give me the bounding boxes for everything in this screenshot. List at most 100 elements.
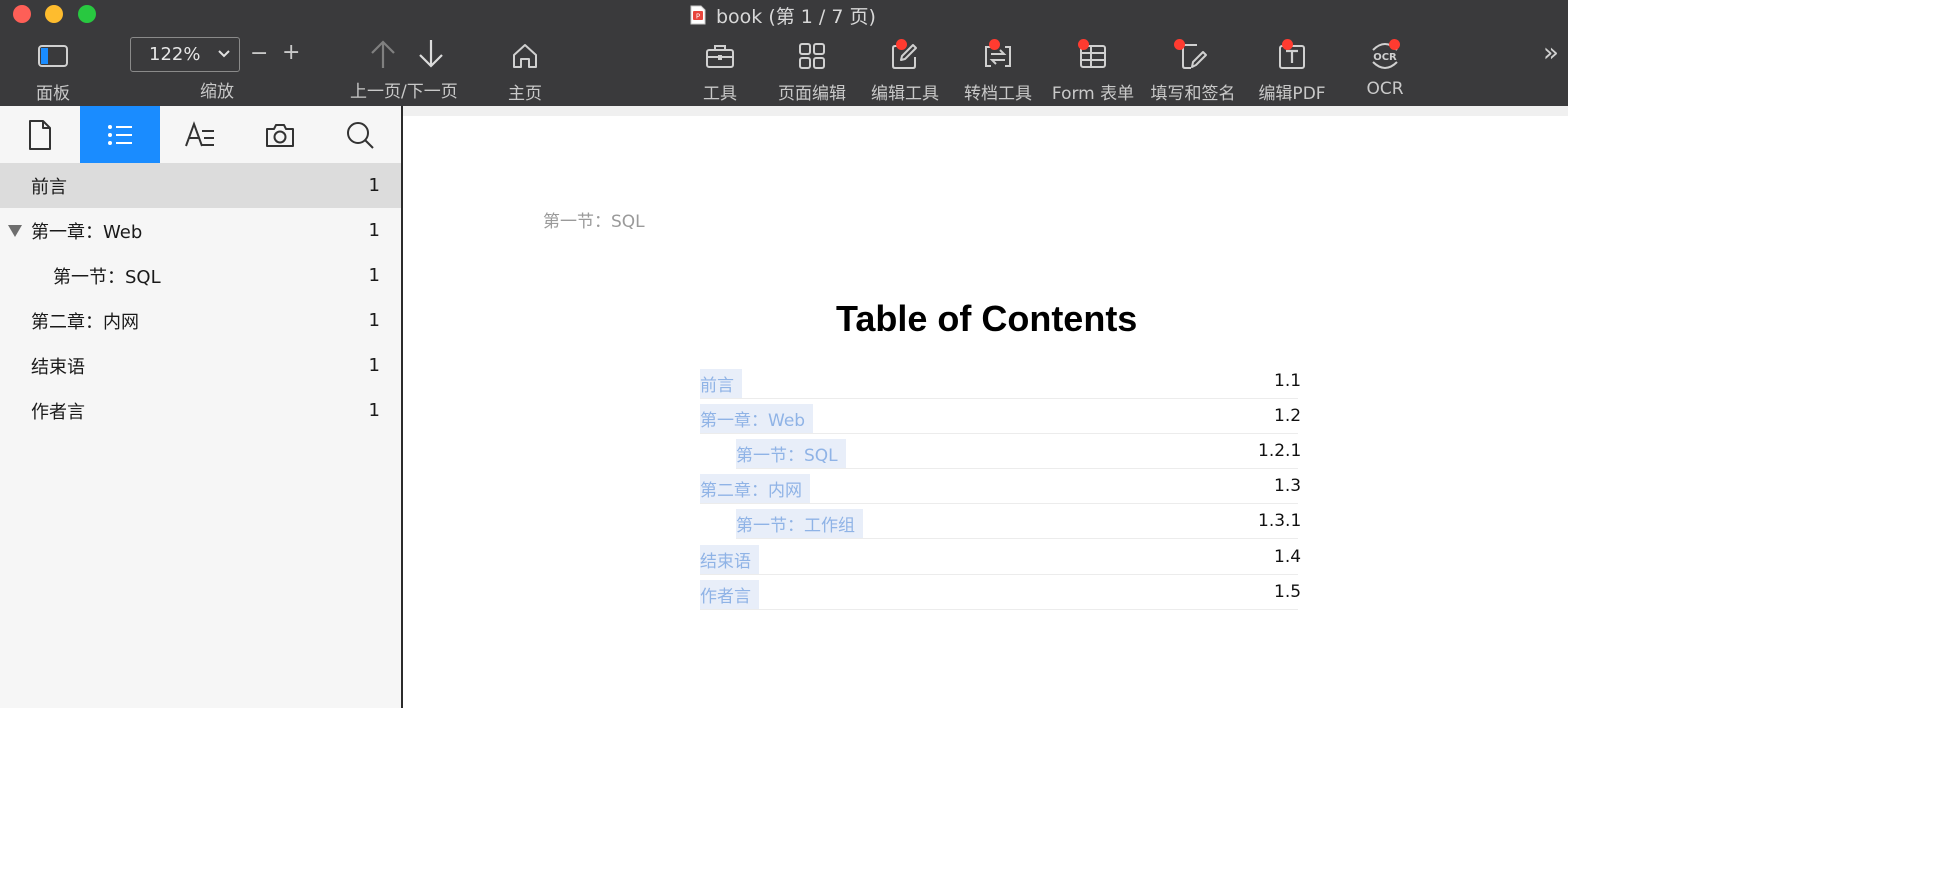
form-button[interactable]: Form 表单 [1052,35,1134,104]
toc-entry-number: 1.2 [1274,406,1302,426]
convert-tools-label: 转档工具 [964,84,1032,104]
text-style-icon [185,120,214,146]
more-tools-button[interactable]: » [1543,38,1559,68]
outline-item-label: 第二章：内网 [31,311,139,333]
toc-entry[interactable]: 第一章：Web 1.2 [700,401,1302,434]
notification-badge [896,39,907,50]
minimize-window-button[interactable] [45,5,63,23]
next-page-icon[interactable] [416,38,446,70]
outline-item-page: 1 [368,355,380,376]
tools-button[interactable]: 工具 [698,35,742,104]
outline-item-label: 第一章：Web [31,221,143,243]
outline-list: 前言 1 第一章：Web 1 第一节：SQL 1 第二章：内网 1 结束语 1 … [0,163,401,433]
toc-entry-link[interactable]: 前言 [700,369,742,398]
previous-page-icon[interactable] [368,38,398,70]
home-label: 主页 [508,84,542,104]
tab-annotations[interactable] [160,106,240,163]
zoom-value: 122% [149,44,201,65]
zoom-in-button[interactable]: + [282,40,300,65]
zoom-label: 缩放 [200,82,234,102]
outline-item-label: 结束语 [31,356,85,378]
outline-item-page: 1 [368,265,380,286]
toc-entry[interactable]: 第一节：工作组 1.3.1 [736,506,1302,539]
outline-item[interactable]: 结束语 1 [0,343,401,388]
panel-button[interactable]: 面板 [30,35,76,104]
toolbox-icon [706,45,734,68]
toc-entry-number: 1.2.1 [1258,441,1302,461]
edit-pdf-button[interactable]: 编辑PDF [1255,35,1329,104]
tab-page-thumbnails[interactable] [0,106,80,163]
disclosure-triangle-icon[interactable] [8,225,22,237]
prev-next-label: 上一页/下一页 [350,82,458,102]
panel-label: 面板 [36,84,70,104]
toc-entry[interactable]: 第一节：SQL 1.2.1 [736,436,1302,469]
page-edit-button[interactable]: 页面编辑 [776,35,848,104]
close-window-button[interactable] [13,5,31,23]
notification-badge [1174,39,1185,50]
fill-sign-label: 填写和签名 [1150,84,1236,104]
notification-badge [1389,39,1400,50]
notification-badge [1282,39,1293,50]
toc-entry-number: 1.3 [1274,476,1302,496]
home-icon [513,44,537,68]
home-button[interactable]: 主页 [505,35,545,104]
outline-item[interactable]: 作者言 1 [0,388,401,433]
toc-entry-link[interactable]: 作者言 [700,580,759,609]
toc-entry-link[interactable]: 结束语 [700,545,759,574]
toc-entry[interactable]: 第二章：内网 1.3 [700,471,1302,504]
chevron-down-icon [218,50,230,58]
ocr-button[interactable]: OCR OCR [1362,35,1408,99]
toc-entry-number: 1.5 [1274,582,1302,602]
toc-entry-link[interactable]: 第一节：SQL [736,439,846,468]
notification-badge [1078,39,1089,50]
toc-entry-link[interactable]: 第二章：内网 [700,474,810,503]
toc-entry-number: 1.1 [1274,371,1302,391]
outline-item-label: 作者言 [31,401,85,423]
sidebar-toggle-icon [38,45,68,67]
page-icon [29,119,51,150]
ocr-icon-text: OCR [1373,52,1397,63]
fill-sign-button[interactable]: 填写和签名 [1148,35,1238,104]
list-icon [108,124,132,145]
svg-text:P: P [696,13,700,21]
zoom-out-button[interactable]: − [250,41,268,66]
running-header: 第一节：SQL [543,212,645,232]
tab-search[interactable] [320,106,400,163]
tab-snapshots[interactable] [240,106,320,163]
camera-icon [266,123,294,147]
sidebar: 前言 1 第一章：Web 1 第一节：SQL 1 第二章：内网 1 结束语 1 … [0,106,401,708]
toc-entry[interactable]: 作者言 1.5 [700,577,1302,610]
outline-item-page: 1 [368,310,380,331]
outline-item[interactable]: 前言 1 [0,163,401,208]
zoom-select[interactable]: 122% [130,37,240,72]
notification-badge [989,39,1000,50]
outline-item[interactable]: 第一章：Web 1 [0,208,401,253]
outline-item[interactable]: 第一节：SQL 1 [0,253,401,298]
outline-item-page: 1 [368,400,380,421]
document-viewer[interactable]: 第一节：SQL Table of Contents 前言 1.1 第一章：Web… [403,106,1568,708]
window-title-text: book (第 1 / 7 页) [716,5,876,28]
search-icon [347,121,374,149]
tools-label: 工具 [703,84,737,104]
page-top-edge [403,106,1568,116]
outline-item-label: 第一节：SQL [53,266,161,288]
convert-tools-button[interactable]: 转档工具 [962,35,1034,104]
toc-entry[interactable]: 结束语 1.4 [700,542,1301,575]
tab-outline[interactable] [80,106,160,163]
outline-item[interactable]: 第二章：内网 1 [0,298,401,343]
toc-entry-link[interactable]: 第一节：工作组 [736,509,863,538]
sidebar-tabs [0,106,401,163]
toc-title: Table of Contents [836,298,1138,339]
toc-entry-number: 1.3.1 [1258,511,1302,531]
edit-tools-button[interactable]: 编辑工具 [869,35,941,104]
form-label: Form 表单 [1051,84,1135,104]
outline-item-page: 1 [368,220,380,241]
edit-pdf-label: 编辑PDF [1258,84,1326,104]
fullscreen-window-button[interactable] [78,5,96,23]
toc-entry[interactable]: 前言 1.1 [700,366,1302,399]
toc-entry-link[interactable]: 第一章：Web [700,404,814,433]
grid-icon [799,43,825,69]
toolbar: P book (第 1 / 7 页) 面板 122% − + 缩放 上一页/下一… [0,0,1568,107]
pdf-file-icon: P [690,5,706,25]
outline-item-label: 前言 [31,176,67,198]
